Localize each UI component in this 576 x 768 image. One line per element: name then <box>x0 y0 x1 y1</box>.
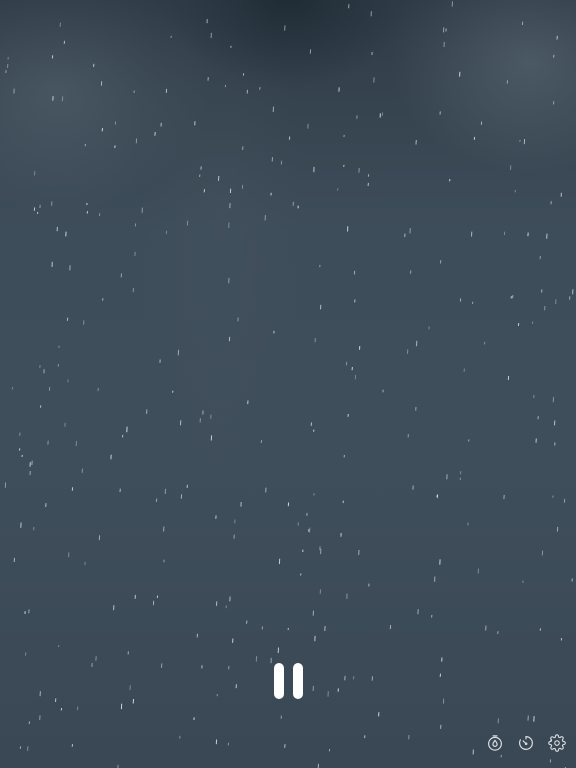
timer-icon <box>517 734 535 756</box>
settings-button[interactable] <box>546 734 568 756</box>
bottom-toolbar <box>484 734 568 756</box>
pause-bar-right <box>292 663 303 699</box>
gear-icon <box>548 734 566 756</box>
rain-scene-background <box>0 0 576 768</box>
pause-button[interactable] <box>268 658 308 704</box>
rain-intensity-button[interactable] <box>484 734 506 756</box>
pause-icon <box>273 663 303 699</box>
raindrop-timer-icon <box>486 734 504 756</box>
sleep-timer-button[interactable] <box>515 734 537 756</box>
rain-particles <box>4 1 574 768</box>
pause-bar-left <box>273 663 284 699</box>
